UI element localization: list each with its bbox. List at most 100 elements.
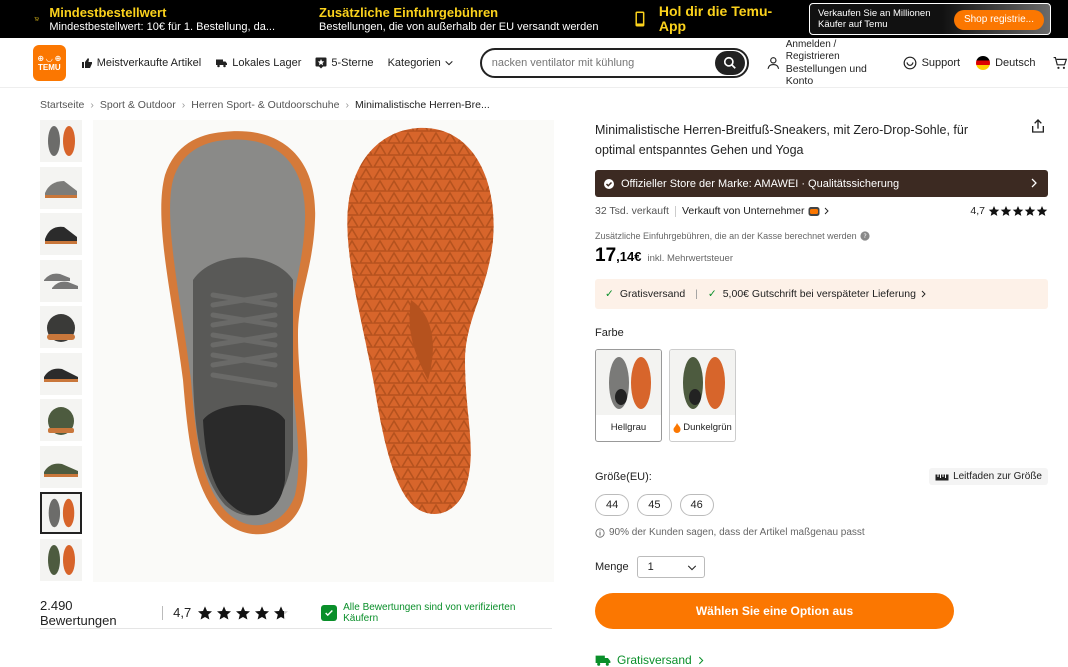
promo-import-fees-sub: Bestellungen, die von außerhalb der EU v… [319, 20, 599, 33]
delivery-truck-icon [595, 655, 611, 666]
shipping-benefits[interactable]: ✓ Gratisversand | ✓ 5,00€ Gutschrift bei… [595, 279, 1048, 309]
thumbnail[interactable] [40, 306, 82, 348]
thumbnail[interactable] [40, 538, 82, 581]
size-option-45[interactable]: 45 [637, 494, 672, 516]
rating-value: 4,7 [970, 205, 985, 217]
thumbnail-list [40, 120, 82, 585]
seller-type[interactable]: Verkauft von Unternehmer [682, 205, 805, 217]
verified-badge-icon [604, 178, 614, 189]
star-badge-icon [315, 57, 327, 68]
chevron-right-icon [824, 207, 829, 215]
share-icon[interactable] [1030, 118, 1046, 134]
review-count[interactable]: 2.490 Bewertungen [40, 598, 152, 628]
color-swatch-hellgrau[interactable]: Hellgrau [595, 349, 662, 442]
color-swatch-dunkelgruen[interactable]: Dunkelgrün [669, 349, 736, 442]
thumbnail[interactable] [40, 445, 82, 488]
info-icon [595, 527, 605, 538]
flame-icon [673, 423, 681, 433]
promo-get-app[interactable]: Hol dir die Temu-App [595, 0, 773, 38]
seller-promo[interactable]: Verkaufen Sie an Millionen Käufer auf Te… [809, 3, 1051, 35]
color-label: Farbe [595, 327, 624, 339]
nav-bestsellers[interactable]: Meistverkaufte Artikel [81, 56, 202, 69]
product-rating[interactable]: 4,7 [970, 205, 1048, 217]
logo-mark: ⊕ ◡ ⊕ [37, 53, 62, 63]
search-button[interactable] [715, 50, 746, 75]
breadcrumb-category[interactable]: Herren Sport- & Outdoorschuhe [191, 99, 339, 111]
check-icon: ✓ [605, 288, 614, 300]
breadcrumb-separator: › [345, 99, 349, 111]
shop-register-button[interactable]: Shop registrie... [953, 10, 1044, 30]
free-shipping-row[interactable]: Gratisversand [595, 653, 1048, 667]
swatch-image [670, 350, 735, 415]
thumbnail[interactable] [40, 213, 82, 255]
promo-min-order[interactable]: Mindestbestellwert Mindestbestellwert: 1… [0, 0, 275, 38]
sneaker-image [161, 127, 494, 535]
chevron-down-icon [445, 60, 453, 65]
size-option-44[interactable]: 44 [595, 494, 630, 516]
product-title: Minimalistische Herren-Breitfuß-Sneakers… [595, 123, 969, 157]
breadcrumb-separator: › [181, 99, 186, 111]
breadcrumb-sport[interactable]: Sport & Outdoor [100, 99, 176, 111]
thumbnail-selected[interactable] [40, 492, 82, 534]
tax-note: inkl. Mehrwertsteuer [647, 253, 733, 264]
star-icon [1036, 206, 1048, 216]
chevron-right-icon [698, 656, 704, 664]
shopping-cart-icon[interactable] [1053, 55, 1068, 71]
fit-note: 90% der Kunden sagen, dass der Artikel m… [595, 527, 1048, 538]
support-label: Support [921, 56, 961, 69]
star-half-icon [274, 605, 289, 620]
phone-icon [635, 11, 645, 27]
official-store-bar[interactable]: Offizieller Store der Marke: AMAWEI · Qu… [595, 170, 1048, 197]
promo-import-fees[interactable]: Zusätzliche Einfuhrgebühren Bestellungen… [275, 0, 599, 38]
breadcrumb-home[interactable]: Startseite [40, 99, 84, 111]
divider [162, 605, 164, 620]
temu-logo[interactable]: ⊕ ◡ ⊕ TEMU [33, 44, 66, 81]
color-swatches: Hellgrau Dunkelgrün [595, 349, 1048, 442]
size-guide-button[interactable]: Leitfaden zur Größe [929, 468, 1048, 485]
search-bar [479, 47, 750, 78]
breadcrumb-current: Minimalistische Herren-Bre... [354, 99, 490, 111]
nav-categories-label: Kategorien [387, 56, 441, 69]
breadcrumb: Startseite › Sport & Outdoor › Herren Sp… [40, 99, 490, 111]
chevron-right-icon [1031, 178, 1037, 188]
breadcrumb-separator: › [90, 99, 94, 111]
thumbnail[interactable] [40, 259, 82, 302]
thumbnail[interactable] [40, 399, 82, 441]
promo-banner: Mindestbestellwert Mindestbestellwert: 1… [0, 0, 1068, 38]
search-input[interactable] [491, 56, 732, 69]
nav-bestsellers-label: Meistverkaufte Artikel [96, 56, 202, 69]
quantity-value: 1 [647, 561, 654, 573]
promo-import-fees-title: Zusätzliche Einfuhrgebühren [319, 4, 499, 20]
star-icon [988, 206, 1000, 216]
fit-note-text: 90% der Kunden sagen, dass der Artikel m… [609, 527, 865, 538]
review-stars [197, 605, 289, 621]
support-link[interactable]: Support [903, 56, 961, 70]
language-selector[interactable]: Deutsch [976, 55, 1035, 70]
price-main: 17 [595, 245, 617, 266]
truck-icon [216, 59, 228, 67]
late-delivery-credit: 5,00€ Gutschrift bei verspäteter Lieferu… [722, 288, 916, 300]
account-menu[interactable]: Anmelden / Registrieren Bestellungen und… [767, 39, 886, 87]
nav-categories[interactable]: Kategorien [388, 57, 458, 69]
help-icon[interactable]: ? [860, 231, 870, 241]
star-icon [255, 605, 270, 620]
germany-flag-icon [976, 55, 991, 70]
thumbnail[interactable] [40, 120, 82, 162]
quantity-select[interactable]: 1 [636, 556, 705, 578]
swatch-image [596, 350, 661, 415]
size-options: 44 45 46 [595, 494, 1048, 516]
nav-local-label: Lokales Lager [232, 56, 302, 69]
size-option-46[interactable]: 46 [679, 494, 714, 516]
product-main-image[interactable] [93, 120, 554, 582]
account-line1: Anmelden / Registrieren [785, 38, 840, 62]
promo-get-app-title: Hol dir die Temu-App [658, 3, 773, 34]
thumbnail[interactable] [40, 352, 82, 395]
chevron-right-icon [921, 290, 926, 298]
sold-count: 32 Tsd. verkauft [595, 205, 669, 217]
check-icon: ✓ [707, 288, 717, 300]
nav-five-star[interactable]: 5-Sterne [315, 57, 374, 69]
nav-local-warehouse[interactable]: Lokales Lager [215, 57, 301, 69]
select-option-button[interactable]: Wählen Sie eine Option aus [595, 593, 954, 629]
swatch-name: Dunkelgrün [670, 415, 735, 441]
thumbnail[interactable] [40, 166, 82, 209]
